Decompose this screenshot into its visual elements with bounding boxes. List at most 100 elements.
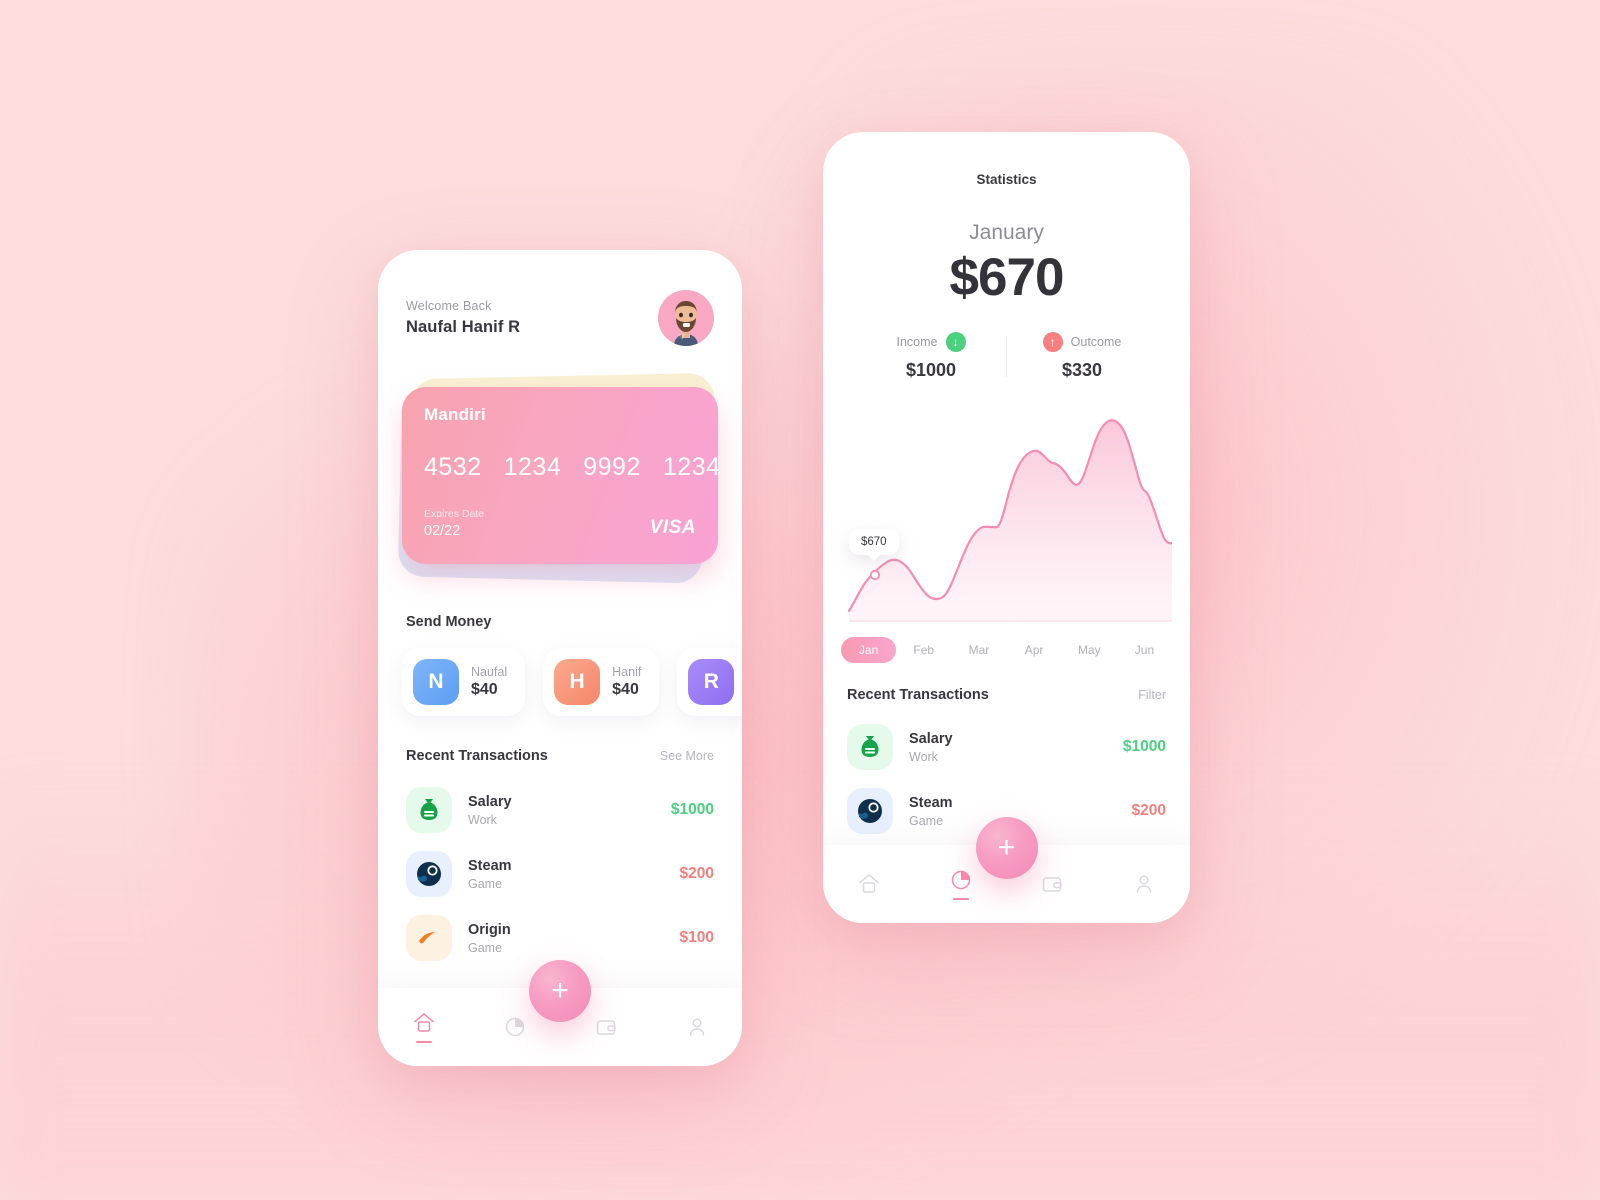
home-icon — [859, 874, 879, 893]
transaction-category: Game — [468, 876, 503, 891]
income-header: Income ↓ — [856, 332, 1006, 352]
transaction-category: Work — [468, 812, 497, 827]
transaction-amount: $200 — [679, 865, 714, 882]
nav-item-home[interactable] — [845, 872, 893, 896]
month-chip-jun[interactable]: Jun — [1117, 637, 1172, 663]
phone-right-statistics-screen: Statistics January $670 Income ↓ $1000 ↑… — [823, 132, 1190, 923]
contact-amount: $40 — [612, 681, 639, 698]
contact-amount: $40 — [471, 681, 498, 698]
transaction-name: Salary — [468, 793, 512, 810]
transaction-info: Origin Game — [468, 922, 680, 955]
chart-tooltip: $670 — [849, 529, 899, 561]
transaction-amount: $1000 — [1122, 738, 1166, 755]
selected-month-label: January — [969, 221, 1044, 244]
money-bag-icon — [847, 724, 893, 770]
user-icon — [1136, 875, 1152, 893]
arrow-down-icon: ↓ — [945, 332, 966, 352]
left-screen: Welcome Back Naufal Hanif R Mandiri 4532… — [378, 250, 742, 1066]
avatar[interactable] — [658, 290, 714, 346]
month-selector: Jan Feb Mar Apr May Jun — [841, 637, 1172, 663]
nav-item-profile[interactable] — [673, 1015, 721, 1039]
month-chip-jan[interactable]: Jan — [841, 637, 897, 663]
add-transaction-fab[interactable]: + — [529, 960, 591, 1022]
welcome-label: Welcome Back — [406, 299, 492, 313]
card-number-group-1: 4532 — [424, 453, 482, 481]
left-header: Welcome Back Naufal Hanif R — [378, 250, 742, 346]
outcome-label: Outcome — [1070, 335, 1122, 349]
recent-transactions-title: Recent Transactions — [847, 687, 989, 703]
visa-logo: VISA — [649, 517, 696, 538]
nav-item-home[interactable] — [400, 1011, 448, 1044]
wallet-icon — [1043, 877, 1063, 892]
transaction-amount: $100 — [679, 929, 714, 946]
money-bag-icon — [406, 787, 452, 833]
contact-info: Hanif $40 — [612, 665, 641, 699]
send-money-contacts: N Naufal $40 H Hanif $40 R Rizky $40 — [402, 648, 742, 716]
nav-item-profile[interactable] — [1120, 872, 1168, 896]
month-chip-feb[interactable]: Feb — [896, 637, 951, 663]
see-more-link[interactable]: See More — [660, 749, 714, 763]
contact-info: Naufal $40 — [471, 665, 507, 699]
month-chip-mar[interactable]: Mar — [951, 637, 1006, 663]
card-expiry-block: Expires Date 02/22 — [424, 508, 484, 539]
transaction-category: Work — [909, 749, 938, 764]
recent-transactions-title: Recent Transactions — [406, 748, 548, 764]
nav-item-wallet[interactable] — [582, 1015, 630, 1039]
page-title: Statistics — [976, 172, 1037, 187]
nav-item-wallet[interactable] — [1028, 872, 1076, 896]
filter-link[interactable]: Filter — [1138, 688, 1166, 702]
pie-chart-icon — [505, 1017, 524, 1037]
recent-transactions-header: Recent Transactions See More — [406, 748, 714, 764]
contact-avatar-initial: R — [688, 659, 735, 705]
home-icon — [413, 1012, 434, 1032]
card-footer: Expires Date 02/22 VISA — [424, 508, 696, 539]
outcome-block: ↑ Outcome $330 — [1007, 332, 1157, 381]
nav-active-indicator — [415, 1040, 432, 1044]
income-label: Income — [896, 335, 938, 349]
chart-selected-point — [869, 569, 881, 581]
income-outcome-summary: Income ↓ $1000 ↑ Outcome $330 — [823, 332, 1190, 381]
nav-active-indicator — [952, 897, 969, 901]
transaction-name: Origin — [468, 921, 511, 938]
transaction-name: Steam — [909, 794, 953, 811]
contact-name: Naufal — [471, 665, 508, 679]
contact-card-rizky[interactable]: R Rizky $40 — [677, 648, 742, 716]
transaction-info: Salary Work — [468, 794, 671, 827]
table-row[interactable]: Steam Game $200 — [402, 842, 718, 906]
steam-icon — [847, 788, 893, 834]
table-row[interactable]: Salary Work $1000 — [402, 778, 718, 842]
month-chip-may[interactable]: May — [1062, 637, 1117, 663]
origin-icon — [406, 915, 452, 961]
transaction-amount: $1000 — [670, 801, 714, 818]
wallet-icon — [596, 1020, 616, 1035]
outcome-value: $330 — [1061, 360, 1103, 380]
right-screen: Statistics January $670 Income ↓ $1000 ↑… — [823, 132, 1190, 923]
statistics-chart[interactable]: $670 — [841, 399, 1172, 629]
card-expiry-label: Expires Date — [424, 508, 485, 520]
user-icon — [689, 1018, 704, 1036]
transaction-category: Game — [468, 940, 503, 955]
card-number-group-3: 9992 — [583, 453, 641, 481]
month-chip-apr[interactable]: Apr — [1007, 637, 1062, 663]
nav-item-statistics[interactable] — [937, 868, 985, 901]
transaction-name: Steam — [468, 857, 512, 874]
card-number-group-4: 1234 — [662, 453, 721, 481]
contact-card-hanif[interactable]: H Hanif $40 — [543, 648, 660, 716]
recent-transactions-header: Recent Transactions Filter — [847, 687, 1166, 703]
total-amount: $670 — [949, 248, 1065, 307]
steam-icon — [406, 851, 452, 897]
background-glow-bottom — [0, 780, 1600, 1200]
nav-item-statistics[interactable] — [491, 1015, 539, 1039]
transaction-info: Steam Game — [468, 858, 680, 891]
contact-card-naufal[interactable]: N Naufal $40 — [402, 648, 526, 716]
contact-avatar-initial: H — [554, 659, 601, 705]
contact-name: Hanif — [612, 665, 642, 679]
credit-card-stack: Mandiri 4532 1234 9992 1234 Expires Date… — [397, 372, 721, 584]
pie-chart-icon — [951, 870, 970, 889]
chart-area-fill — [849, 420, 1172, 621]
transaction-name: Salary — [909, 730, 953, 747]
table-row[interactable]: Salary Work $1000 — [843, 715, 1170, 779]
credit-card[interactable]: Mandiri 4532 1234 9992 1234 Expires Date… — [402, 387, 721, 564]
add-transaction-fab[interactable]: + — [975, 817, 1038, 879]
avatar-illustration — [658, 290, 714, 346]
